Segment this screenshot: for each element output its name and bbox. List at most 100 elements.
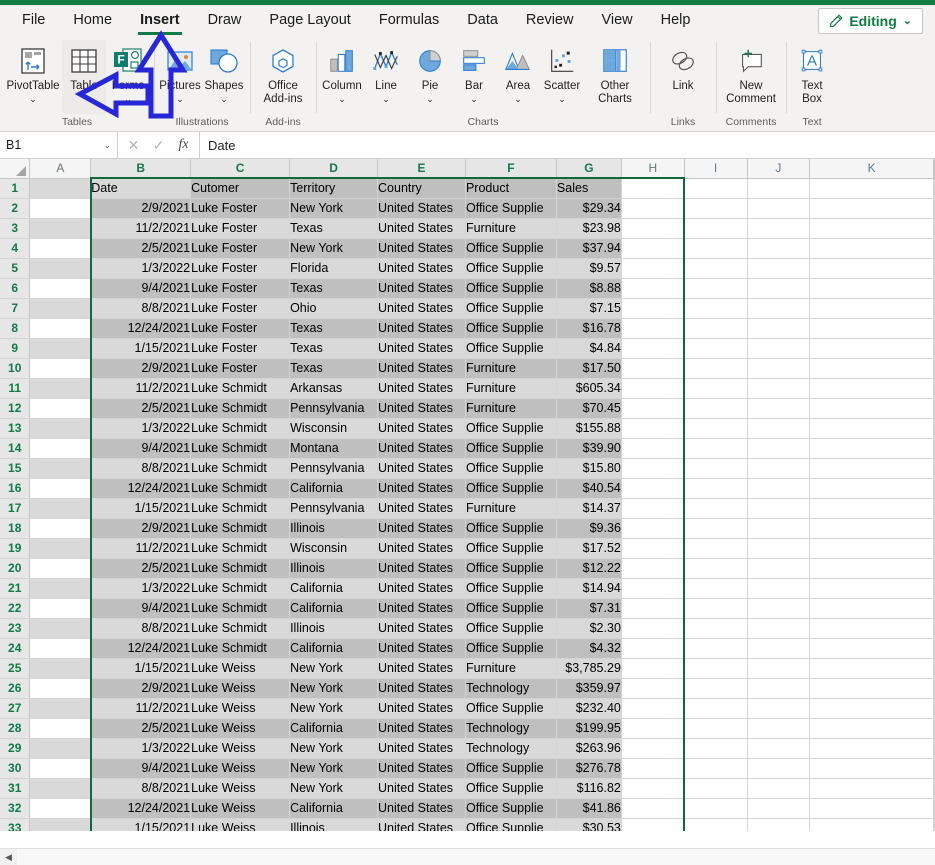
cell-A17[interactable]: [29, 498, 92, 519]
cell-empty[interactable]: [809, 218, 934, 239]
table-cell[interactable]: United States: [377, 458, 466, 479]
table-cell[interactable]: New York: [289, 198, 379, 219]
cell-empty[interactable]: [809, 318, 934, 339]
table-cell[interactable]: United States: [377, 518, 466, 539]
cell-empty[interactable]: [684, 478, 748, 499]
table-cell[interactable]: $23.98: [556, 218, 622, 239]
cell-A31[interactable]: [29, 778, 92, 799]
cell-empty[interactable]: [684, 778, 748, 799]
cell-empty[interactable]: [621, 658, 685, 679]
cell-empty[interactable]: [621, 378, 685, 399]
table-cell[interactable]: Office Supplie: [465, 758, 557, 779]
cell-empty[interactable]: [684, 278, 748, 299]
table-cell[interactable]: United States: [377, 678, 466, 699]
table-cell[interactable]: 12/24/2021: [90, 798, 192, 819]
table-cell[interactable]: Office Supplie: [465, 698, 557, 719]
table-cell[interactable]: Illinois: [289, 818, 379, 831]
cell-empty[interactable]: [621, 198, 685, 219]
cell-empty[interactable]: [747, 498, 811, 519]
col-header-C[interactable]: C: [190, 159, 291, 179]
pivottable-button[interactable]: PivotTable ⌄: [4, 40, 62, 114]
table-cell[interactable]: $7.31: [556, 598, 622, 619]
editing-mode-button[interactable]: Editing ⌄: [818, 7, 923, 34]
cell-A10[interactable]: [29, 358, 92, 379]
table-cell[interactable]: 11/2/2021: [90, 218, 192, 239]
cell-empty[interactable]: [747, 238, 811, 259]
cell-empty[interactable]: [621, 738, 685, 759]
table-cell[interactable]: Pennsylvania: [289, 398, 379, 419]
cell-empty[interactable]: [684, 818, 748, 831]
cell-empty[interactable]: [809, 778, 934, 799]
row-header-33[interactable]: 33: [0, 818, 31, 831]
cell-empty[interactable]: [933, 558, 935, 579]
row-header-17[interactable]: 17: [0, 498, 31, 519]
cell-empty[interactable]: [809, 698, 934, 719]
table-cell[interactable]: $7.15: [556, 298, 622, 319]
table-cell[interactable]: New York: [289, 678, 379, 699]
cell-empty[interactable]: [621, 218, 685, 239]
cell-empty[interactable]: [933, 358, 935, 379]
table-cell[interactable]: Luke Schmidt: [190, 498, 291, 519]
table-cell[interactable]: 12/24/2021: [90, 318, 192, 339]
text-box-button[interactable]: A Text Box: [790, 40, 834, 114]
cell-A19[interactable]: [29, 538, 92, 559]
table-cell[interactable]: 8/8/2021: [90, 618, 192, 639]
new-comment-button[interactable]: New Comment: [720, 40, 782, 114]
cell-empty[interactable]: [809, 378, 934, 399]
cell-empty[interactable]: [933, 778, 935, 799]
col-header-A[interactable]: A: [29, 159, 92, 179]
table-cell[interactable]: United States: [377, 298, 466, 319]
cell-empty[interactable]: [684, 738, 748, 759]
shapes-button[interactable]: Shapes ⌄: [202, 40, 246, 114]
link-button[interactable]: Link: [654, 40, 712, 114]
table-cell[interactable]: 2/5/2021: [90, 238, 192, 259]
table-cell[interactable]: Illinois: [289, 558, 379, 579]
scroll-track[interactable]: [17, 848, 935, 865]
insert-function-icon[interactable]: fx: [171, 137, 196, 153]
table-cell[interactable]: $14.94: [556, 578, 622, 599]
cell-A27[interactable]: [29, 698, 92, 719]
table-cell[interactable]: Office Supplie: [465, 618, 557, 639]
table-cell[interactable]: $276.78: [556, 758, 622, 779]
cell-empty[interactable]: [933, 478, 935, 499]
cell-empty[interactable]: [933, 298, 935, 319]
cell-empty[interactable]: [621, 258, 685, 279]
table-cell[interactable]: New York: [289, 778, 379, 799]
table-cell[interactable]: Montana: [289, 438, 379, 459]
table-cell[interactable]: Luke Weiss: [190, 718, 291, 739]
col-header-J[interactable]: J: [747, 159, 811, 179]
table-cell[interactable]: Office Supplie: [465, 798, 557, 819]
cell-A18[interactable]: [29, 518, 92, 539]
cell-A15[interactable]: [29, 458, 92, 479]
table-cell[interactable]: $30.53: [556, 818, 622, 831]
col-header-G[interactable]: G: [556, 159, 622, 179]
pictures-button[interactable]: Pictures ⌄: [158, 40, 202, 114]
table-cell[interactable]: Luke Foster: [190, 218, 291, 239]
cell-A26[interactable]: [29, 678, 92, 699]
cell-empty[interactable]: [621, 678, 685, 699]
cell-empty[interactable]: [621, 278, 685, 299]
row-header-29[interactable]: 29: [0, 738, 31, 759]
cell-empty[interactable]: [747, 778, 811, 799]
cell-empty[interactable]: [809, 298, 934, 319]
table-cell[interactable]: Texas: [289, 278, 379, 299]
table-cell[interactable]: Office Supplie: [465, 638, 557, 659]
table-cell[interactable]: Office Supplie: [465, 258, 557, 279]
cell-empty[interactable]: [933, 758, 935, 779]
cell-empty[interactable]: [933, 278, 935, 299]
table-cell[interactable]: United States: [377, 318, 466, 339]
row-header-8[interactable]: 8: [0, 318, 31, 339]
table-cell[interactable]: Florida: [289, 258, 379, 279]
cell-empty[interactable]: [621, 818, 685, 831]
table-cell[interactable]: 11/2/2021: [90, 698, 192, 719]
cell-empty[interactable]: [933, 378, 935, 399]
row-header-1[interactable]: 1: [0, 178, 31, 199]
cell-empty[interactable]: [747, 218, 811, 239]
cell-empty[interactable]: [684, 298, 748, 319]
col-header-H[interactable]: H: [621, 159, 685, 179]
cell-empty[interactable]: [747, 458, 811, 479]
table-cell[interactable]: Luke Weiss: [190, 698, 291, 719]
cell-empty[interactable]: [684, 598, 748, 619]
cell-A13[interactable]: [29, 418, 92, 439]
cell-empty[interactable]: [684, 418, 748, 439]
